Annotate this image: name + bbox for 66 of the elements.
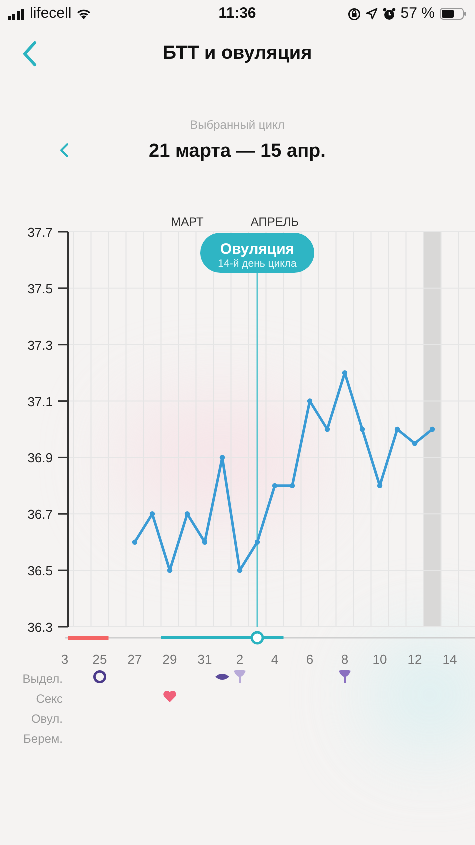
month-label: МАРТ xyxy=(171,214,204,228)
status-time: 11:36 xyxy=(218,4,256,24)
y-tick-label: 37.1 xyxy=(28,394,53,409)
temperature-point xyxy=(167,567,173,573)
period-bar xyxy=(68,636,109,640)
temperature-point xyxy=(324,426,330,432)
x-tick-label: 29 xyxy=(162,652,178,666)
temperature-point xyxy=(150,511,156,516)
flower-icon xyxy=(339,670,351,682)
x-tick-label: 8 xyxy=(341,652,349,666)
cycle-caption: Выбранный цикл xyxy=(190,117,285,134)
y-tick-label: 36.5 xyxy=(28,563,53,578)
temperature-point xyxy=(377,482,383,488)
flower-icon xyxy=(234,670,246,682)
temperature-point xyxy=(342,370,348,376)
signal-icon xyxy=(8,8,26,20)
month-label: АПРЕЛЬ xyxy=(250,214,300,228)
x-tick-label: 4 xyxy=(271,652,279,666)
row-label: Секс xyxy=(35,690,63,708)
location-icon xyxy=(366,8,378,20)
alarm-icon xyxy=(382,8,396,20)
temperature-point xyxy=(290,482,296,488)
wifi-icon xyxy=(76,8,92,20)
y-tick-label: 36.3 xyxy=(28,620,53,634)
x-tick-label: 3 xyxy=(61,652,69,666)
x-tick-label: 27 xyxy=(128,652,142,666)
ring-icon xyxy=(94,671,106,682)
temperature-point xyxy=(254,539,260,544)
temperature-point xyxy=(430,426,436,432)
x-tick-label: 14 xyxy=(442,652,458,666)
row-label: Выдел. xyxy=(22,670,63,688)
chevron-left-icon xyxy=(60,142,68,158)
y-tick-label: 36.7 xyxy=(28,506,53,522)
back-chevron-icon xyxy=(23,41,37,67)
ovulation-bubble: Овуляция 14-й день цикла xyxy=(200,232,314,272)
temperature-point xyxy=(307,398,313,404)
battery-percent: 57 % xyxy=(400,4,435,24)
x-tick-label: 31 xyxy=(198,652,212,666)
rotation-lock-icon xyxy=(348,8,361,20)
ovulation-marker[interactable] xyxy=(250,630,264,644)
temperature-point xyxy=(272,482,278,488)
temperature-point xyxy=(394,426,400,432)
screen-title: БТТ и овуляция xyxy=(162,42,312,66)
y-tick-label: 37.3 xyxy=(28,337,53,352)
temperature-point xyxy=(237,567,243,573)
x-tick-label: 6 xyxy=(306,652,314,666)
x-tick-label: 10 xyxy=(372,652,388,666)
carrier-name: lifecell xyxy=(30,4,72,24)
lips-icon xyxy=(216,674,230,680)
temperature-point xyxy=(184,511,190,516)
temperature-point xyxy=(202,539,208,544)
battery-icon xyxy=(440,8,467,20)
y-tick-label: 37.5 xyxy=(28,280,53,296)
temperature-point xyxy=(132,539,138,544)
row-label: Берем. xyxy=(22,730,63,748)
temperature-point xyxy=(220,454,226,460)
temperature-point xyxy=(412,440,418,446)
heart-icon xyxy=(164,690,176,702)
row-label: Овул. xyxy=(30,710,63,728)
y-tick-label: 36.9 xyxy=(28,450,53,466)
y-tick-label: 37.7 xyxy=(28,224,53,240)
cycle-range: 21 марта — 15 апр. xyxy=(149,140,326,164)
x-tick-label: 25 xyxy=(92,652,108,666)
x-tick-label: 2 xyxy=(236,652,244,666)
x-tick-label: 12 xyxy=(408,652,422,666)
temperature-point xyxy=(360,426,366,432)
